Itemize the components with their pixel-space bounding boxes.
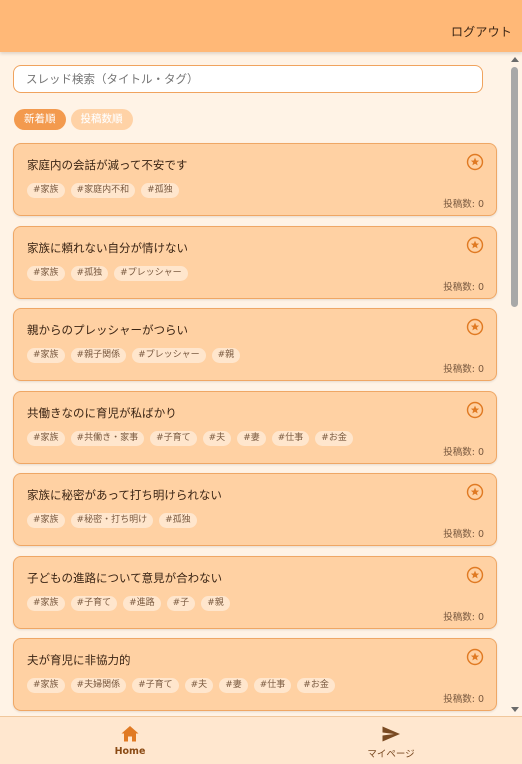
thread-title[interactable]: 家庭内の会話が減って不安です xyxy=(27,157,187,173)
favorite-star-icon[interactable] xyxy=(466,236,484,254)
thread-tags: #家族 #子育て #進路 #子 #親 xyxy=(27,590,236,611)
thread-tag[interactable]: #家庭内不和 xyxy=(70,183,136,198)
logout-button[interactable]: ログアウト xyxy=(451,23,512,40)
scrollbar[interactable] xyxy=(508,52,522,716)
scroll-up-arrow-icon[interactable] xyxy=(511,57,519,62)
thread-tag[interactable]: #家族 xyxy=(27,595,65,611)
thread-card[interactable]: 家族に頼れない自分が情けない #家族 #孤独 #プレッシャー投稿数: 0 xyxy=(13,225,497,299)
thread-tags: #家族 #夫婦関係 #子育て #夫 #妻 #仕事 #お金 xyxy=(27,672,341,693)
thread-card[interactable]: 親からのプレッシャーがつらい #家族 #親子関係 #プレッシャー #親投稿数: 0 xyxy=(13,308,497,381)
app-root: ログアウト 新着順投稿数順 家庭内の会話が減って不安です #家族 #家庭内不和 #孤独… xyxy=(0,0,522,764)
scroll-down-arrow-icon[interactable] xyxy=(511,707,519,712)
thread-card[interactable]: 子どもの進路について意見が合わない #家族 #子育て #進路 #子 #親投稿数: 0 xyxy=(13,555,497,629)
thread-title[interactable]: 親からのプレッシャーがつらい xyxy=(27,322,188,338)
favorite-star-icon[interactable] xyxy=(466,483,484,501)
thread-tag[interactable]: #お金 xyxy=(315,430,353,446)
thread-card[interactable]: 夫が育児に非協力的 #家族 #夫婦関係 #子育て #夫 #妻 #仕事 #お金投稿数: 0 xyxy=(13,638,497,711)
thread-title[interactable]: 夫が育児に非協力的 xyxy=(27,652,131,668)
send-icon xyxy=(382,726,400,742)
thread-tag[interactable]: #仕事 xyxy=(271,430,310,446)
thread-tag[interactable]: #家族 xyxy=(27,430,65,446)
thread-title[interactable]: 家族に秘密があって打ち明けられない xyxy=(27,487,222,503)
thread-tag[interactable]: #妻 xyxy=(219,678,248,693)
thread-card[interactable]: 家庭内の会話が減って不安です #家族 #家庭内不和 #孤独投稿数: 0 xyxy=(13,143,497,216)
thread-tag[interactable]: #お金 xyxy=(297,678,335,693)
thread-tag[interactable]: #夫婦関係 xyxy=(70,678,127,693)
thread-tag[interactable]: #子育て xyxy=(150,430,197,446)
thread-tag[interactable]: #家族 xyxy=(27,348,65,363)
thread-tag[interactable]: #孤独 xyxy=(159,513,197,528)
thread-tags: #家族 #秘密・打ち明け #孤独 xyxy=(27,507,203,528)
thread-tag[interactable]: #親 xyxy=(211,348,241,363)
sort-newest-button[interactable]: 新着順 xyxy=(14,109,66,130)
thread-tag[interactable]: #秘密・打ち明け xyxy=(70,513,154,528)
thread-tag[interactable]: #家族 xyxy=(27,678,65,693)
thread-post-count: 投稿数: 0 xyxy=(443,364,484,375)
favorite-star-icon[interactable] xyxy=(466,153,484,171)
thread-tag[interactable]: #子育て xyxy=(132,678,179,693)
thread-tag[interactable]: #夫 xyxy=(202,430,232,446)
thread-tag[interactable]: #孤独 xyxy=(70,265,109,281)
favorite-star-icon[interactable] xyxy=(466,318,484,336)
thread-tags: #家族 #孤独 #プレッシャー xyxy=(27,260,194,281)
thread-tags: #家族 #家庭内不和 #孤独 xyxy=(27,177,185,198)
thread-title[interactable]: 共働きなのに育児が私ばかり xyxy=(27,405,177,421)
favorite-star-icon[interactable] xyxy=(466,566,484,584)
scrollbar-thumb[interactable] xyxy=(511,67,518,307)
thread-title[interactable]: 家族に頼れない自分が情けない xyxy=(27,240,188,256)
thread-tag[interactable]: #妻 xyxy=(237,430,266,446)
thread-tag[interactable]: #親 xyxy=(201,595,230,611)
thread-post-count: 投稿数: 0 xyxy=(443,529,484,540)
favorite-star-icon[interactable] xyxy=(466,648,484,666)
thread-tag[interactable]: #子 xyxy=(166,595,196,611)
thread-tag[interactable]: #家族 xyxy=(27,183,65,198)
thread-post-count: 投稿数: 0 xyxy=(443,199,484,210)
thread-tags: #家族 #共働き・家事 #子育て #夫 #妻 #仕事 #お金 xyxy=(27,425,359,446)
thread-tag[interactable]: #家族 xyxy=(27,265,65,281)
home-icon xyxy=(121,726,139,742)
nav-mypage[interactable]: マイページ xyxy=(331,717,451,764)
thread-tag[interactable]: #子育て xyxy=(70,595,118,611)
thread-card[interactable]: 家族に秘密があって打ち明けられない #家族 #秘密・打ち明け #孤独投稿数: 0 xyxy=(13,473,497,546)
thread-list: 家庭内の会話が減って不安です #家族 #家庭内不和 #孤独 投稿数: 0 家族に頼れない自… xyxy=(13,143,497,716)
bottom-nav: Home マイページ xyxy=(0,716,522,764)
thread-post-count: 投稿数: 0 xyxy=(443,446,484,458)
thread-post-count: 投稿数: 0 xyxy=(443,694,484,705)
thread-tag[interactable]: #親子関係 xyxy=(70,348,127,363)
thread-tag[interactable]: #夫 xyxy=(184,678,214,693)
thread-tag[interactable]: #仕事 xyxy=(253,678,292,693)
thread-title[interactable]: 子どもの進路について意見が合わない xyxy=(27,570,222,586)
nav-home[interactable]: Home xyxy=(70,717,190,764)
thread-tag[interactable]: #進路 xyxy=(123,595,161,611)
thread-tag[interactable]: #プレッシャー xyxy=(132,348,206,363)
thread-post-count: 投稿数: 0 xyxy=(443,611,484,623)
thread-tag[interactable]: #共働き・家事 xyxy=(70,430,145,446)
thread-search-input[interactable] xyxy=(13,65,483,93)
thread-tags: #家族 #親子関係 #プレッシャー #親 xyxy=(27,342,246,363)
thread-card[interactable]: 共働きなのに育児が私ばかり #家族 #共働き・家事 #子育て #夫 #妻 #仕事 #お金投稿数… xyxy=(13,390,497,464)
nav-home-label: Home xyxy=(114,746,146,757)
thread-tag[interactable]: #プレッシャー xyxy=(114,265,188,281)
thread-scroll-area[interactable]: 新着順投稿数順 家庭内の会話が減って不安です#家族#家庭内不和#孤独投稿数: 0… xyxy=(0,52,522,716)
app-header: ログアウト xyxy=(0,0,522,52)
thread-post-count: 投稿数: 0 xyxy=(443,281,484,293)
nav-mypage-label: マイページ xyxy=(367,749,415,760)
sort-options: 新着順 投稿数順 xyxy=(14,109,138,130)
thread-tag[interactable]: #家族 xyxy=(27,513,65,528)
thread-tag[interactable]: #孤独 xyxy=(141,183,179,198)
favorite-star-icon[interactable] xyxy=(466,401,484,419)
sort-post-count-button[interactable]: 投稿数順 xyxy=(70,109,133,130)
